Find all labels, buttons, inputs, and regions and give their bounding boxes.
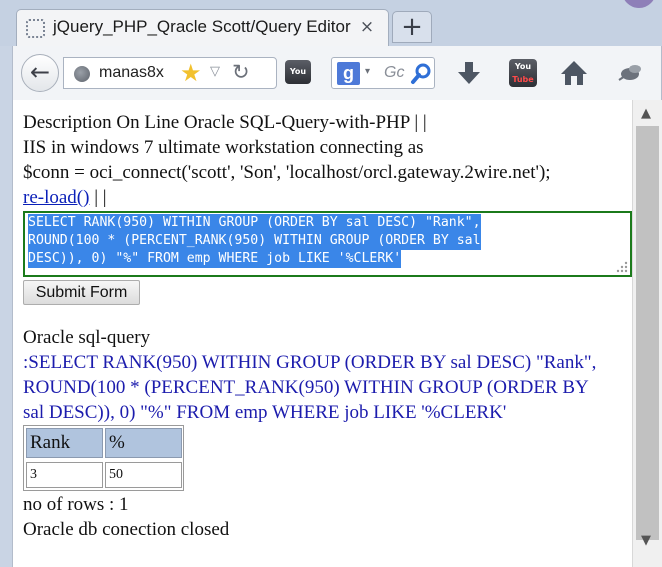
close-icon[interactable]: × — [356, 16, 378, 38]
scroll-down-icon[interactable]: ▼ — [641, 533, 651, 548]
tab-title: jQuery_PHP_Qracle Scott/Query Editor — [53, 17, 351, 36]
submit-form-button[interactable]: Submit Form — [23, 280, 140, 305]
globe-icon — [74, 66, 90, 82]
navigation-toolbar: ← manas8x ★ ▽ ↻ You g ▾ Gc You Tube — [12, 46, 662, 100]
query-line-3: sal DESC)), 0) "%" FROM emp WHERE job LI… — [23, 402, 507, 423]
connection-text: $conn = oci_connect('scott', 'Son', 'loc… — [23, 162, 551, 183]
url-bar[interactable]: manas8x ★ ▽ ↻ — [63, 57, 277, 89]
url-text[interactable]: manas8x — [99, 64, 175, 82]
page-content: Description On Line Oracle SQL-Query-wit… — [12, 100, 632, 567]
table-header-rank: Rank — [26, 428, 103, 458]
new-tab-button[interactable]: + — [392, 11, 432, 43]
result-table: Rank % 3 50 — [23, 425, 184, 491]
resize-grip-icon[interactable] — [614, 259, 628, 273]
reload-icon[interactable]: ↻ — [232, 60, 250, 84]
tab-strip: jQuery_PHP_Qracle Scott/Query Editor × + — [0, 0, 662, 46]
search-input[interactable]: Gc — [384, 64, 404, 82]
home-icon[interactable] — [559, 58, 589, 88]
sql-line-2: ROUND(100 * (PERCENT_RANK(950) WITHIN GR… — [28, 232, 481, 250]
star-icon[interactable]: ★ — [180, 59, 202, 87]
reload-suffix: | | — [94, 187, 107, 208]
sql-editor[interactable]: SELECT RANK(950) WITHIN GROUP (ORDER BY … — [23, 211, 632, 277]
description-text: Description On Line Oracle SQL-Query-wit… — [23, 112, 427, 133]
reload-link[interactable]: re-load() — [23, 187, 89, 208]
table-header-percent: % — [105, 428, 182, 458]
query-line-1: :SELECT RANK(950) WITHIN GROUP (ORDER BY… — [23, 352, 597, 373]
sql-line-1: SELECT RANK(950) WITHIN GROUP (ORDER BY … — [28, 214, 481, 232]
bug-icon[interactable] — [615, 58, 645, 88]
youtube-icon[interactable]: You — [285, 60, 311, 84]
youtube-icon-top: You — [514, 62, 532, 71]
table-cell-percent: 50 — [105, 462, 182, 488]
search-engine-icon[interactable]: g — [337, 62, 360, 85]
page-icon — [26, 19, 45, 38]
back-button[interactable]: ← — [21, 54, 59, 92]
scrollbar-thumb[interactable] — [636, 126, 659, 540]
query-heading: Oracle sql-query — [23, 327, 151, 348]
iis-text: IIS in windows 7 ultimate workstation co… — [23, 137, 424, 158]
search-bar[interactable]: g ▾ Gc — [331, 57, 435, 89]
youtube-icon-label: You — [289, 67, 307, 76]
search-engine-dropdown-icon[interactable]: ▾ — [365, 66, 370, 77]
url-dropdown-icon[interactable]: ▽ — [210, 64, 220, 79]
tab-active[interactable]: jQuery_PHP_Qracle Scott/Query Editor × — [16, 9, 389, 46]
search-icon[interactable] — [410, 61, 434, 85]
download-arrow-icon[interactable] — [454, 58, 484, 88]
connection-closed-text: Oracle db conection closed — [23, 519, 230, 540]
youtube-icon[interactable]: You Tube — [509, 59, 537, 87]
reload-line: re-load() | | — [23, 186, 107, 210]
table-cell-rank: 3 — [26, 462, 103, 488]
scroll-up-icon[interactable]: ▲ — [641, 106, 651, 121]
vertical-scrollbar[interactable]: ▲ ▼ — [632, 100, 662, 567]
rows-count-text: no of rows : 1 — [23, 494, 129, 515]
youtube-icon-bottom: Tube — [512, 75, 534, 84]
query-line-2: ROUND(100 * (PERCENT_RANK(950) WITHIN GR… — [23, 377, 589, 398]
sql-line-3: DESC)), 0) "%" FROM emp WHERE job LIKE '… — [28, 250, 402, 268]
window-corner-decoration — [622, 0, 656, 8]
